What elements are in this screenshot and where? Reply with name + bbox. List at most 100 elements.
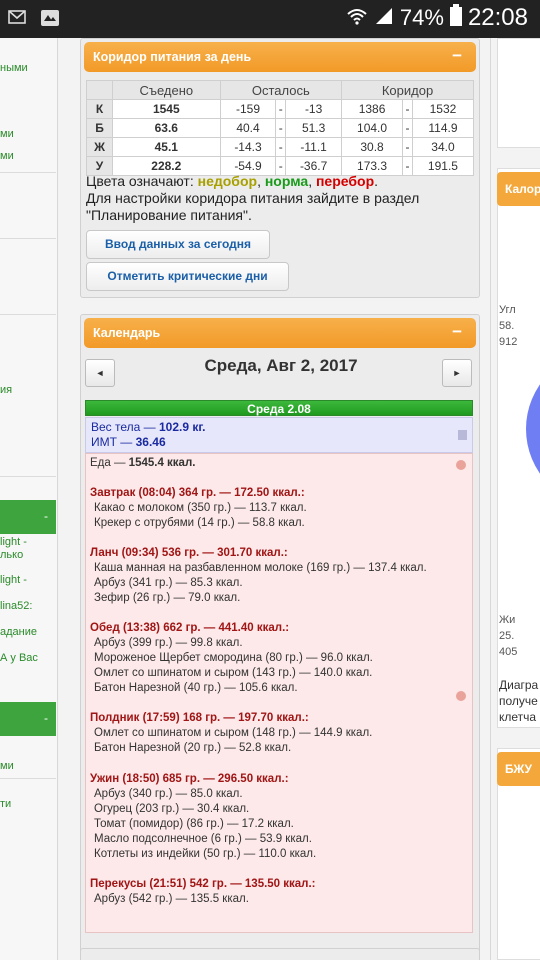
peach-icon <box>456 460 466 470</box>
left-fragment: адание <box>0 626 37 638</box>
meal-item: Огурец (203 гр.) — 30.4 ккал. <box>94 803 250 815</box>
meal-item: Зефир (26 гр.) — 79.0 ккал. <box>94 592 241 604</box>
legend-over: перебор <box>315 173 375 189</box>
legend-norm: норма <box>264 173 309 189</box>
gallery-icon <box>40 9 60 32</box>
left-link[interactable]: light - <box>0 536 27 548</box>
col-header-corridor: Коридор <box>341 80 474 100</box>
meal-header: Ужин (18:50) 685 гр. — 296.50 ккал.: <box>90 773 289 785</box>
calories-chart-panel <box>497 168 540 728</box>
right-sidebar: Калор Угл 58. 912 Жи 25. 405 Диагра полу… <box>490 38 540 960</box>
left-fragment: ия <box>0 384 13 396</box>
food-log[interactable]: Еда — 1545.4 ккал. Завтрак (08:04) 364 г… <box>85 453 473 933</box>
meal-header: Ланч (09:34) 536 гр. — 301.70 ккал.: <box>90 547 288 559</box>
day-header[interactable]: Среда 2.08 <box>85 400 473 416</box>
left-fragment: ными <box>0 62 28 74</box>
meal-header: Перекусы (21:51) 542 гр. — 135.50 ккал.: <box>90 878 316 890</box>
meal-header: Завтрак (08:04) 364 гр. — 172.50 ккал.: <box>90 487 305 499</box>
table-row: Б 63.6 40.4-51.3 104.0-114.9 <box>86 118 475 138</box>
legend-under: недобор <box>197 173 258 189</box>
calendar-panel-header[interactable]: Календарь − <box>84 318 476 348</box>
divider <box>0 172 56 173</box>
collapse-button[interactable]: − <box>452 322 462 342</box>
bmi-value: 36.46 <box>135 435 166 449</box>
nutrition-corridor-panel: Коридор питания за день − Съедено Остало… <box>80 38 480 298</box>
weight-entry[interactable]: Вес тела — 102.9 кг. ИМТ — 36.46 <box>85 417 473 453</box>
right-fragment: 405 <box>499 646 518 658</box>
meal-item: Каша манная на разбавленном молоке (169 … <box>94 562 427 574</box>
pie-chart-fragment <box>526 384 540 474</box>
nutrition-panel-header[interactable]: Коридор питания за день − <box>84 42 476 72</box>
nutrition-table: Съедено Осталось Коридор К 1545 -159- -13… <box>86 80 475 176</box>
meal-item: Батон Нарезной (40 гр.) — 105.6 ккал. <box>94 682 298 694</box>
meal-item: Томат (помидор) (86 гр.) — 17.2 ккал. <box>94 818 294 830</box>
calories-panel-header[interactable]: Калор <box>497 172 540 206</box>
left-fragment: ти <box>0 798 12 810</box>
settings-hint: Для настройки коридора питания зайдите в… <box>86 190 420 223</box>
peach-icon <box>456 691 466 701</box>
battery-icon <box>449 4 462 32</box>
left-fragment: лько <box>0 549 24 561</box>
left-sidebar: ными ми ми ия - light - лько light - lin… <box>0 38 58 960</box>
wifi-icon <box>346 5 368 31</box>
left-link[interactable]: light - <box>0 574 27 586</box>
meal-item: Омлет со шпинатом и сыром (148 гр.) — 14… <box>94 727 373 739</box>
right-panel <box>497 38 540 148</box>
table-row: Ж 45.1 -14.3- -11.1 30.8-34.0 <box>86 137 475 157</box>
meal-item: Арбуз (341 гр.) — 85.3 ккал. <box>94 577 243 589</box>
battery-percent: 74% <box>399 5 444 30</box>
clock: 22:08 <box>467 4 528 31</box>
meal-item: Мороженое Щербет смородина (80 гр.) — 96… <box>94 652 373 664</box>
meal-header: Обед (13:38) 662 гр. — 441.40 ккал.: <box>90 622 290 634</box>
color-legend: Цвета означают: недобор, норма, перебор.… <box>86 173 420 223</box>
next-panel <box>80 948 480 960</box>
bju-panel-header[interactable]: БЖУ <box>497 752 540 786</box>
weight-value: 102.9 кг. <box>159 420 206 434</box>
left-link[interactable]: lina52: <box>0 600 32 612</box>
divider <box>0 476 56 477</box>
nutrition-panel-title: Коридор питания за день <box>93 50 252 64</box>
col-header-remaining: Осталось <box>219 80 343 100</box>
meal-item: Омлет со шпинатом и сыром (143 гр.) — 14… <box>94 667 373 679</box>
right-fragment: 912 <box>499 336 518 348</box>
right-fragment: клетча <box>499 710 537 724</box>
right-fragment: 25. <box>499 630 515 642</box>
mark-critical-days-button[interactable]: Отметить критические дни <box>86 262 289 291</box>
divider <box>0 314 56 315</box>
calendar-panel: Календарь − ◄ Среда, Авг 2, 2017 ► Среда… <box>80 314 480 954</box>
page: ными ми ми ия - light - лько light - lin… <box>0 38 540 960</box>
divider <box>0 778 56 779</box>
left-fragment: ми <box>0 150 14 162</box>
meal-header: Полдник (17:59) 168 гр. — 197.70 ккал.: <box>90 712 309 724</box>
meal-item: Масло подсолнечное (6 гр.) — 53.9 ккал. <box>94 833 312 845</box>
meal-item: Арбуз (542 гр.) — 135.5 ккал. <box>94 893 249 905</box>
meal-item: Крекер с отрубями (14 гр.) — 58.8 ккал. <box>94 517 305 529</box>
right-fragment: Угл <box>499 304 516 316</box>
collapse-button[interactable]: − <box>452 46 462 66</box>
meal-item: Какао с молоком (350 гр.) — 113.7 ккал. <box>94 502 307 514</box>
right-fragment: 58. <box>499 320 515 332</box>
divider <box>0 238 56 239</box>
table-row: К 1545 -159- -13 1386-1532 <box>86 99 475 119</box>
left-fragment: ми <box>0 128 14 140</box>
left-fragment: ми <box>0 760 14 772</box>
food-total: Еда — 1545.4 ккал. <box>90 457 196 469</box>
prev-day-button[interactable]: ◄ <box>85 359 115 387</box>
next-day-button[interactable]: ► <box>442 359 472 387</box>
meal-item: Арбуз (340 гр.) — 85.0 ккал. <box>94 788 243 800</box>
signal-icon <box>374 5 394 31</box>
left-fragment: А у Вас <box>0 652 38 664</box>
left-panel-header[interactable]: - <box>0 702 56 736</box>
col-header-eaten: Съедено <box>112 80 221 100</box>
meal-item: Батон Нарезной (20 гр.) — 52.8 ккал. <box>94 742 292 754</box>
scale-icon <box>458 430 467 440</box>
meal-item: Котлеты из индейки (50 гр.) — 110.0 ккал… <box>94 848 317 860</box>
enter-today-data-button[interactable]: Ввод данных за сегодня <box>86 230 270 259</box>
left-panel-header[interactable]: - <box>0 500 56 534</box>
right-fragment: Диагра <box>499 678 539 692</box>
calendar-date: Среда, Авг 2, 2017 <box>204 356 358 375</box>
right-fragment: получе <box>499 694 538 708</box>
status-bar: 74% 22:08 <box>0 0 540 38</box>
mail-icon <box>8 9 26 32</box>
right-fragment: Жи <box>499 614 516 626</box>
